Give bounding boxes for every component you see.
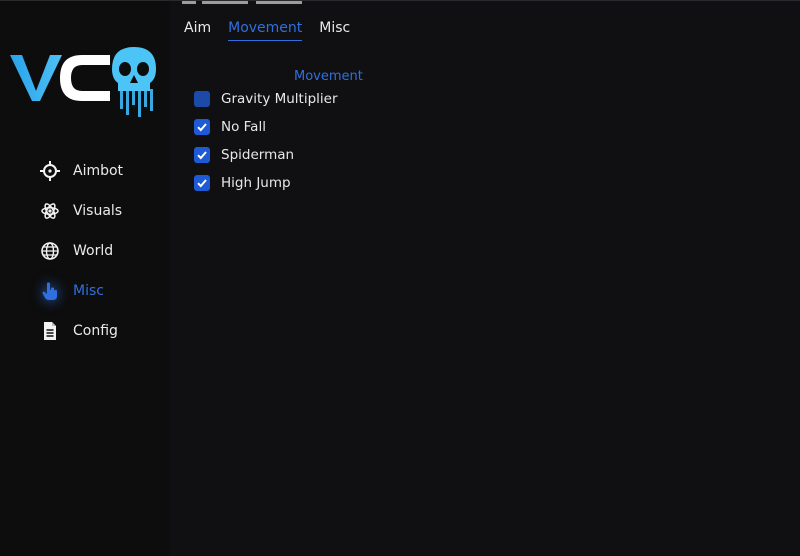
option-label: Gravity Multiplier: [221, 91, 338, 107]
globe-icon: [36, 241, 64, 261]
check-icon: [197, 151, 207, 160]
checkbox[interactable]: [194, 91, 210, 107]
sidebar-item-world[interactable]: World: [36, 231, 123, 271]
tab-aim[interactable]: Aim: [184, 20, 211, 41]
tab-movement[interactable]: Movement: [228, 20, 303, 41]
taskbar-strip: [202, 1, 248, 4]
hand-pointer-icon: [36, 281, 64, 301]
option-label: High Jump: [221, 175, 291, 191]
sidebar-item-config[interactable]: Config: [36, 311, 123, 351]
sidebar-item-aimbot[interactable]: Aimbot: [36, 151, 123, 191]
section-title: Movement: [294, 69, 363, 84]
crosshair-icon: [36, 161, 64, 181]
checkbox[interactable]: [194, 147, 210, 163]
option-spiderman[interactable]: Spiderman: [194, 141, 338, 169]
logo: [10, 47, 158, 119]
option-no-fall[interactable]: No Fall: [194, 113, 338, 141]
check-icon: [197, 179, 207, 188]
app-window: Aimbot Visuals World Misc Config Aim Mov…: [0, 0, 800, 556]
tab-misc[interactable]: Misc: [319, 20, 350, 41]
options-list: Gravity Multiplier No Fall Spiderman Hig…: [194, 85, 338, 197]
option-high-jump[interactable]: High Jump: [194, 169, 338, 197]
taskbar-strip: [182, 1, 196, 4]
document-icon: [36, 321, 64, 341]
option-label: No Fall: [221, 119, 266, 135]
sidebar-item-label: Aimbot: [73, 163, 124, 179]
check-icon: [197, 123, 207, 132]
checkbox[interactable]: [194, 119, 210, 135]
tab-bar: Aim Movement Misc: [184, 20, 367, 41]
sidebar-item-label: World: [73, 243, 114, 259]
skull-icon: [112, 47, 156, 117]
sidebar-item-misc[interactable]: Misc: [36, 271, 123, 311]
logo-vc: [10, 47, 156, 117]
option-gravity-multiplier[interactable]: Gravity Multiplier: [194, 85, 338, 113]
option-label: Spiderman: [221, 147, 295, 163]
sidebar: Aimbot Visuals World Misc Config: [0, 1, 170, 556]
sidebar-item-visuals[interactable]: Visuals: [36, 191, 123, 231]
atom-icon: [36, 201, 64, 221]
sidebar-item-label: Misc: [73, 283, 104, 299]
sidebar-item-label: Visuals: [73, 203, 123, 219]
sidebar-nav: Aimbot Visuals World Misc Config: [36, 151, 123, 351]
sidebar-item-label: Config: [73, 323, 118, 339]
checkbox[interactable]: [194, 175, 210, 191]
taskbar-strip: [256, 1, 302, 4]
